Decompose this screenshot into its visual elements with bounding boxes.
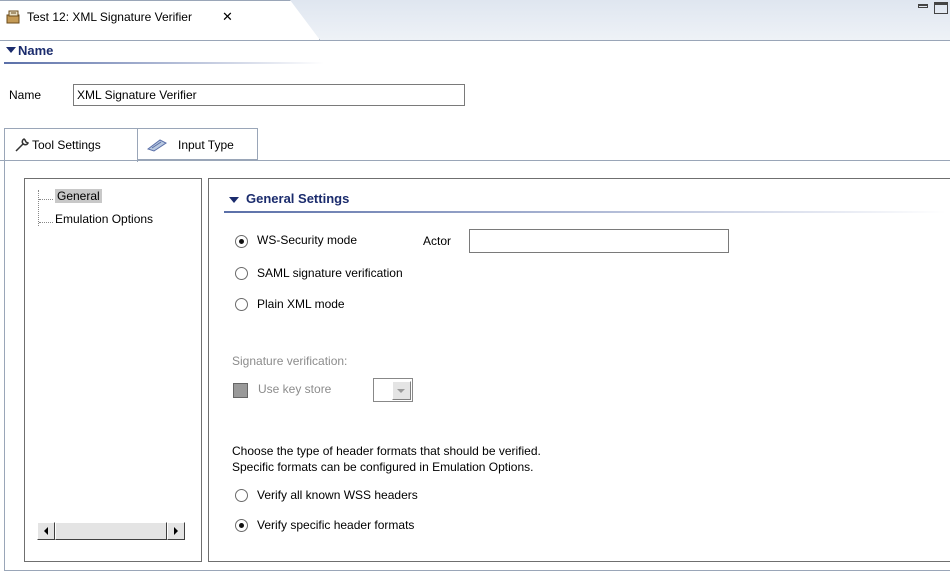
bottom-border bbox=[4, 570, 950, 571]
section-divider bbox=[224, 211, 946, 213]
tab-tool-settings-label: Tool Settings bbox=[32, 138, 101, 152]
settings-tree bbox=[24, 178, 202, 562]
plain-xml-mode-radio[interactable] bbox=[235, 298, 248, 311]
editor-tab-title: Test 12: XML Signature Verifier bbox=[27, 10, 192, 24]
section-divider bbox=[4, 62, 324, 64]
ws-security-mode-radio[interactable] bbox=[235, 235, 248, 248]
arrow-left-icon bbox=[44, 527, 48, 535]
minimize-icon[interactable] bbox=[918, 4, 928, 8]
actor-label: Actor bbox=[423, 234, 452, 248]
tab-divider bbox=[0, 40, 950, 41]
saml-verification-radio[interactable] bbox=[235, 267, 248, 280]
input-type-icon bbox=[146, 137, 170, 156]
close-icon[interactable]: ✕ bbox=[222, 9, 233, 25]
ws-security-mode-label[interactable]: WS-Security mode bbox=[257, 233, 357, 247]
signature-verification-label: Signature verification: bbox=[232, 354, 348, 368]
maximize-icon[interactable] bbox=[934, 2, 948, 14]
wrench-icon bbox=[14, 137, 30, 156]
arrow-right-icon bbox=[174, 527, 178, 535]
general-settings-header[interactable]: General Settings bbox=[246, 191, 349, 206]
use-key-store-checkbox[interactable] bbox=[233, 383, 248, 398]
tool-icon bbox=[6, 9, 22, 25]
tab-input-type-label: Input Type bbox=[178, 138, 234, 152]
name-label: Name bbox=[9, 88, 42, 102]
saml-verification-label[interactable]: SAML signature verification bbox=[257, 266, 403, 280]
use-key-store-label: Use key store bbox=[258, 382, 332, 396]
header-format-help-text: Specific formats can be configured in Em… bbox=[232, 460, 534, 474]
tree-connector bbox=[38, 190, 39, 226]
scroll-left-button[interactable] bbox=[37, 522, 55, 540]
plain-xml-mode-label[interactable]: Plain XML mode bbox=[257, 297, 345, 311]
actor-input[interactable] bbox=[469, 229, 729, 253]
scrollbar-thumb[interactable] bbox=[55, 522, 167, 540]
verify-specific-headers-label[interactable]: Verify specific header formats bbox=[257, 518, 414, 532]
name-section-header[interactable]: Name bbox=[18, 43, 53, 58]
tree-item-general[interactable]: General bbox=[55, 189, 102, 203]
verify-all-headers-radio[interactable] bbox=[235, 489, 248, 502]
tree-item-emulation-options[interactable]: Emulation Options bbox=[55, 212, 200, 226]
verify-specific-headers-radio[interactable] bbox=[235, 519, 248, 532]
verify-all-headers-label[interactable]: Verify all known WSS headers bbox=[257, 488, 418, 502]
chevron-down-icon bbox=[397, 389, 405, 393]
chevron-down-icon[interactable] bbox=[229, 197, 239, 203]
header-format-help-text: Choose the type of header formats that s… bbox=[232, 444, 541, 458]
name-input[interactable] bbox=[73, 84, 465, 106]
tree-connector bbox=[39, 222, 53, 223]
scroll-right-button[interactable] bbox=[167, 522, 185, 540]
tree-connector bbox=[39, 199, 53, 200]
chevron-down-icon[interactable] bbox=[6, 47, 16, 53]
